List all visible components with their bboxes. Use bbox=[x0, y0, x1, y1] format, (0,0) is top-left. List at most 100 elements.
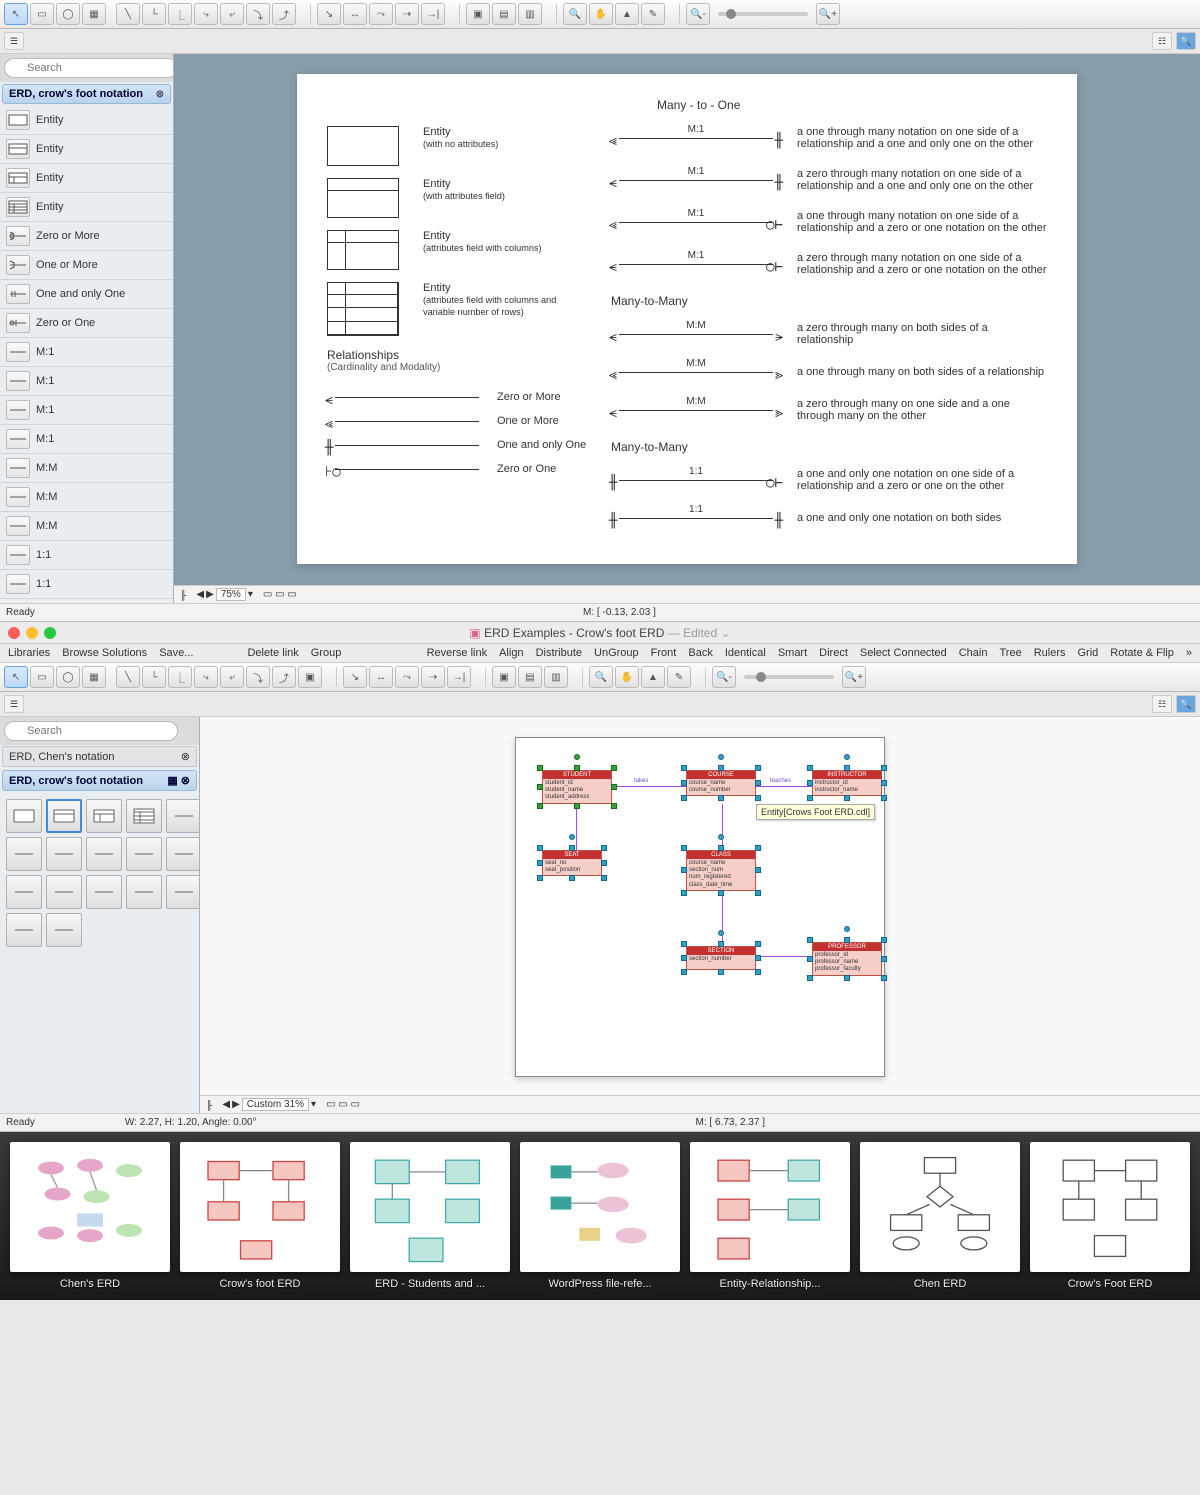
shape-mm[interactable]: M:M bbox=[0, 454, 173, 483]
shape-entity[interactable] bbox=[6, 799, 42, 833]
shape-zero-or-more[interactable]: Zero or More bbox=[0, 222, 173, 251]
canvas-area[interactable]: Many - to - One Entity(with no attribute… bbox=[174, 54, 1200, 603]
menu-align[interactable]: Align bbox=[499, 647, 523, 659]
zoom-tool-icon[interactable]: 🔍 bbox=[563, 3, 587, 25]
zoom-in-icon[interactable]: 🔍+ bbox=[816, 3, 840, 25]
shape-rel-7[interactable] bbox=[6, 875, 42, 909]
canvas-area-2[interactable]: takes teaches STUDENTstudent_id student_… bbox=[200, 717, 1200, 1113]
shape-rel-8[interactable] bbox=[46, 875, 82, 909]
close-icon[interactable]: ⊗ bbox=[181, 775, 190, 787]
arrow-dash-icon[interactable]: ⇢ bbox=[395, 3, 419, 25]
page-next-icon[interactable]: ▶ bbox=[206, 589, 214, 600]
shape-entity[interactable]: Entity bbox=[0, 106, 173, 135]
menu-distribute[interactable]: Distribute bbox=[536, 647, 582, 659]
menu-chain[interactable]: Chain bbox=[959, 647, 988, 659]
arrow-end-icon[interactable]: →| bbox=[421, 3, 445, 25]
menu-rulers[interactable]: Rulers bbox=[1034, 647, 1066, 659]
shape-rel-11[interactable] bbox=[166, 875, 200, 909]
arrow-branch-icon[interactable]: ⤳ bbox=[395, 666, 419, 688]
thumb-er[interactable]: Entity-Relationship... bbox=[690, 1142, 850, 1290]
group-3-icon[interactable]: ▥ bbox=[518, 3, 542, 25]
list-view-icon[interactable]: ☷ bbox=[1152, 695, 1172, 713]
ellipse-tool[interactable]: ◯ bbox=[56, 666, 80, 688]
shape-entity[interactable]: Entity bbox=[0, 135, 173, 164]
shape-rel-3[interactable] bbox=[46, 837, 82, 871]
thumb-crows-foot[interactable]: Crow's foot ERD bbox=[180, 1142, 340, 1290]
shape-rel-10[interactable] bbox=[126, 875, 162, 909]
zoom-out-icon[interactable]: 🔍- bbox=[686, 3, 710, 25]
menu-smart[interactable]: Smart bbox=[778, 647, 807, 659]
panel-toggle-icon[interactable]: ☰ bbox=[4, 32, 24, 50]
connector-3-icon[interactable]: ⤷ bbox=[194, 3, 218, 25]
table-tool[interactable]: ▦ bbox=[82, 3, 106, 25]
page-next-icon[interactable]: ▶ bbox=[232, 1099, 240, 1110]
menu-reverse[interactable]: Reverse link bbox=[427, 647, 488, 659]
menu-browse[interactable]: Browse Solutions bbox=[62, 647, 147, 659]
stamp-tool-icon[interactable]: ▲ bbox=[641, 666, 665, 688]
overflow-icon[interactable]: » bbox=[1186, 647, 1192, 659]
menu-group[interactable]: Group bbox=[311, 647, 342, 659]
line-tool-icon[interactable]: ╲ bbox=[116, 3, 140, 25]
menu-tree[interactable]: Tree bbox=[999, 647, 1021, 659]
minimize-window-button[interactable] bbox=[26, 627, 38, 639]
menu-save[interactable]: Save... bbox=[159, 647, 193, 659]
group-2-icon[interactable]: ▤ bbox=[518, 666, 542, 688]
connector-6-icon[interactable]: ⤴ bbox=[272, 666, 296, 688]
ellipse-tool[interactable]: ◯ bbox=[56, 3, 80, 25]
shape-entity[interactable]: Entity bbox=[0, 164, 173, 193]
connector-3-icon[interactable]: ⤷ bbox=[194, 666, 218, 688]
page-prev-icon[interactable]: ◀ bbox=[196, 589, 204, 600]
entity-professor[interactable]: PROFESSORprofessor_id professor_name pro… bbox=[812, 942, 882, 976]
table-tool[interactable]: ▦ bbox=[82, 666, 106, 688]
group-1-icon[interactable]: ▣ bbox=[466, 3, 490, 25]
pointer-tool[interactable]: ↖ bbox=[4, 3, 28, 25]
zoom-value[interactable]: 75% bbox=[216, 588, 246, 601]
shape-11[interactable]: 1:1 bbox=[0, 541, 173, 570]
arrow-both-icon[interactable]: ↔ bbox=[343, 3, 367, 25]
entity-student[interactable]: STUDENTstudent_id student_name student_a… bbox=[542, 770, 612, 804]
shape-one-only[interactable]: One and only One bbox=[0, 280, 173, 309]
shape-rel-1[interactable] bbox=[166, 799, 200, 833]
connector-5-icon[interactable]: ⤵ bbox=[246, 3, 270, 25]
close-window-button[interactable] bbox=[8, 627, 20, 639]
connector-1-icon[interactable]: └ bbox=[142, 3, 166, 25]
library-crow-header[interactable]: ERD, crow's foot notation▦⊗ bbox=[2, 770, 197, 791]
menu-back[interactable]: Back bbox=[688, 647, 712, 659]
menu-grid[interactable]: Grid bbox=[1078, 647, 1099, 659]
maximize-window-button[interactable] bbox=[44, 627, 56, 639]
zoom-tool-icon[interactable]: 🔍 bbox=[589, 666, 613, 688]
connector-1-icon[interactable]: └ bbox=[142, 666, 166, 688]
shape-entity-attr[interactable] bbox=[46, 799, 82, 833]
connector-7-icon[interactable]: ▣ bbox=[298, 666, 322, 688]
close-icon[interactable]: ⊗ bbox=[181, 750, 190, 763]
menu-ungroup[interactable]: UnGroup bbox=[594, 647, 639, 659]
shape-entity[interactable]: Entity bbox=[0, 193, 173, 222]
connector-5-icon[interactable]: ⤵ bbox=[246, 666, 270, 688]
rect-tool[interactable]: ▭ bbox=[30, 3, 54, 25]
pan-tool-icon[interactable]: ✋ bbox=[589, 3, 613, 25]
shape-mm[interactable]: M:M bbox=[0, 483, 173, 512]
entity-instructor[interactable]: INSTRUCTORinstructor_id instructor_name bbox=[812, 770, 882, 796]
shape-11[interactable]: 1:1 bbox=[0, 570, 173, 599]
stamp-tool-icon[interactable]: ▲ bbox=[615, 3, 639, 25]
shape-rel-12[interactable] bbox=[6, 913, 42, 947]
menu-rotate-flip[interactable]: Rotate & Flip bbox=[1110, 647, 1174, 659]
pointer-tool[interactable]: ↖ bbox=[4, 666, 28, 688]
connector-4-icon[interactable]: ⤶ bbox=[220, 3, 244, 25]
search-toggle-icon[interactable]: 🔍 bbox=[1176, 695, 1196, 713]
arrow-dash-icon[interactable]: ⇢ bbox=[421, 666, 445, 688]
thumb-chen[interactable]: Chen ERD bbox=[860, 1142, 1020, 1290]
zoom-slider[interactable] bbox=[718, 12, 808, 16]
menu-identical[interactable]: Identical bbox=[725, 647, 766, 659]
group-2-icon[interactable]: ▤ bbox=[492, 3, 516, 25]
search-toggle-icon[interactable]: 🔍 bbox=[1176, 32, 1196, 50]
zoom-in-icon[interactable]: 🔍+ bbox=[842, 666, 866, 688]
shape-m1[interactable]: M:1 bbox=[0, 338, 173, 367]
close-panel-icon[interactable]: ⊗ bbox=[156, 89, 164, 100]
connector-2-icon[interactable]: ⎿ bbox=[168, 3, 192, 25]
shape-rel-6[interactable] bbox=[166, 837, 200, 871]
thumb-students[interactable]: ERD - Students and ... bbox=[350, 1142, 510, 1290]
connector-6-icon[interactable]: ⤴ bbox=[272, 3, 296, 25]
erd-document[interactable]: takes teaches STUDENTstudent_id student_… bbox=[515, 737, 885, 1077]
connector-4-icon[interactable]: ⤶ bbox=[220, 666, 244, 688]
